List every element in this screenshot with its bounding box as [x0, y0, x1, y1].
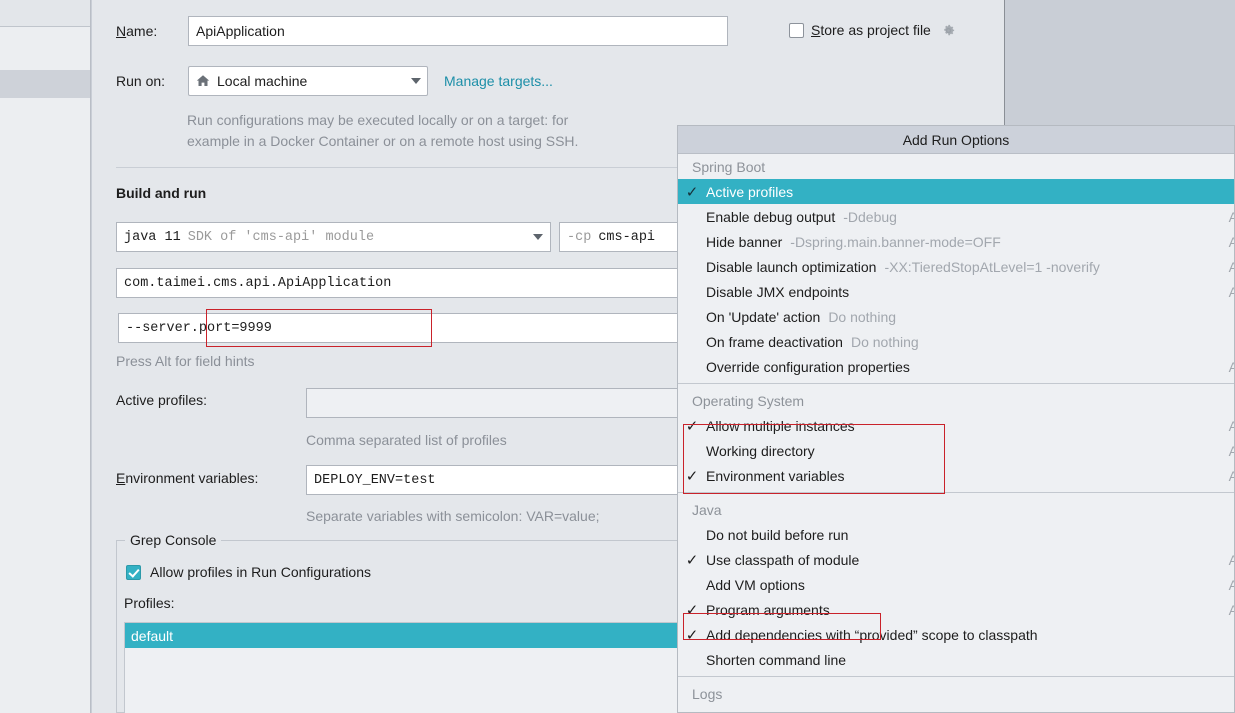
popup-title: Add Run Options: [678, 126, 1234, 154]
run-on-combobox[interactable]: Local machine: [188, 66, 428, 96]
menu-separator: [678, 676, 1234, 677]
manage-targets-link[interactable]: Manage targets...: [444, 73, 553, 89]
profiles-label: Profiles:: [124, 595, 175, 611]
menu-group-header: Logs: [692, 685, 723, 702]
menu-item-shortcut: A: [1229, 259, 1234, 275]
menu-item-shortcut: A: [1229, 602, 1234, 618]
operating-system-items-highlight: [683, 424, 945, 494]
allow-profiles-row[interactable]: Allow profiles in Run Configurations: [126, 564, 371, 580]
grep-console-legend: Grep Console: [125, 532, 222, 548]
menu-group-header: Operating System: [692, 392, 805, 409]
alt-field-hint: Press Alt for field hints: [116, 353, 255, 369]
name-input[interactable]: ApiApplication: [188, 16, 728, 46]
active-profiles-hint: Comma separated list of profiles: [306, 432, 507, 448]
desktop-background: Name: ApiApplication Store as project fi…: [0, 0, 1235, 713]
menu-item-label: Active profiles: [706, 183, 794, 200]
gear-icon[interactable]: [941, 23, 956, 38]
menu-item[interactable]: ✓ Active profiles: [678, 179, 1234, 204]
menu-item-shortcut: A: [1229, 577, 1234, 593]
chevron-down-icon[interactable]: [533, 234, 543, 240]
check-icon: ✓: [685, 551, 699, 569]
menu-item-shortcut: A: [1229, 209, 1234, 225]
menu-group-header: Java: [692, 501, 722, 518]
classpath-value: cms-api: [598, 229, 656, 245]
menu-item-label: On 'Update' action: [706, 308, 821, 325]
active-profiles-label: Active profiles:: [116, 392, 208, 408]
menu-item-shortcut: A: [1229, 468, 1234, 484]
menu-item-value: -Dspring.main.banner-mode=OFF: [790, 233, 1001, 250]
menu-separator: [678, 383, 1234, 384]
jre-selector[interactable]: java 11 SDK of 'cms-api' module: [116, 222, 551, 252]
menu-item-shortcut: A: [1229, 359, 1234, 375]
menu-item-label: On frame deactivation: [706, 333, 843, 350]
menu-item[interactable]: ✓ Use classpath of module A: [678, 547, 1234, 572]
store-as-project-file-checkbox[interactable]: [789, 22, 804, 38]
main-class-field[interactable]: com.taimei.cms.api.ApiApplication: [116, 268, 759, 298]
allow-profiles-checkbox[interactable]: [126, 564, 141, 580]
menu-item-label: Shorten command line: [706, 651, 847, 668]
program-arguments-menu-highlight: [683, 613, 881, 640]
menu-item-value: -XX:TieredStopAtLevel=1 -noverify: [884, 258, 1100, 275]
menu-item-label: Enable debug output: [706, 208, 836, 225]
profiles-list[interactable]: default: [124, 622, 760, 713]
menu-item-shortcut: A: [1229, 443, 1234, 459]
name-label: Name:: [116, 23, 158, 39]
tree-toolbar: [0, 0, 90, 27]
menu-item[interactable]: Disable launch optimization -XX:TieredSto…: [678, 254, 1234, 279]
run-on-label: Run on:: [116, 73, 166, 89]
check-icon: ✓: [685, 183, 699, 201]
menu-item-label: Do not build before run: [706, 526, 849, 543]
menu-item[interactable]: Add VM options A: [678, 572, 1234, 597]
menu-item[interactable]: Do not build before run: [678, 522, 1234, 547]
menu-item[interactable]: Enable debug output -Ddebug A: [678, 204, 1234, 229]
menu-item-value: -Ddebug: [843, 208, 897, 225]
menu-item-shortcut: A: [1229, 234, 1234, 250]
menu-item-shortcut: A: [1229, 284, 1234, 300]
menu-item-label: Disable launch optimization: [706, 258, 877, 275]
jre-value: java 11: [124, 229, 181, 245]
menu-group-header: Spring Boot: [692, 158, 766, 175]
menu-item[interactable]: Disable JMX endpoints A: [678, 279, 1234, 304]
menu-item-label: Hide banner: [706, 233, 783, 250]
menu-item[interactable]: Hide banner -Dspring.main.banner-mode=OFF…: [678, 229, 1234, 254]
menu-item[interactable]: Shorten command line: [678, 647, 1234, 672]
build-and-run-title: Build and run: [116, 185, 207, 201]
program-arguments-highlight: [206, 309, 432, 347]
menu-item-value: Do nothing: [828, 308, 897, 325]
name-row: Name: ApiApplication: [116, 16, 728, 46]
environment-variables-hint: Separate variables with semicolon: VAR=v…: [306, 508, 600, 524]
menu-item-value: Do nothing: [850, 333, 919, 350]
allow-profiles-label: Allow profiles in Run Configurations: [150, 564, 371, 580]
classpath-flag: -cp: [567, 229, 592, 245]
section-divider: [116, 167, 716, 168]
jre-description: SDK of 'cms-api' module: [187, 229, 375, 245]
desktop-right-strip: [1006, 0, 1235, 125]
menu-item-label: Use classpath of module: [706, 551, 860, 568]
menu-item-label: Override configuration properties: [706, 358, 910, 375]
menu-item-label: Disable JMX endpoints: [706, 283, 850, 300]
environment-variables-label: Environment variables:: [116, 470, 259, 486]
menu-item[interactable]: On frame deactivation Do nothing: [678, 329, 1234, 354]
home-icon: [195, 73, 211, 89]
tree-selected-row[interactable]: [0, 70, 90, 98]
store-as-project-file-label: Store as project file: [811, 22, 931, 38]
store-as-project-file-row[interactable]: Store as project file: [789, 22, 956, 38]
menu-item-shortcut: A: [1229, 552, 1234, 568]
menu-item[interactable]: Override configuration properties A: [678, 354, 1234, 379]
run-on-value: Local machine: [217, 73, 308, 89]
menu-item-label: Add VM options: [706, 576, 805, 593]
chevron-down-icon[interactable]: [411, 78, 421, 84]
menu-item[interactable]: On 'Update' action Do nothing: [678, 304, 1234, 329]
run-config-tree-panel[interactable]: [0, 0, 91, 713]
run-on-row: Run on: Local machine Manage targets...: [116, 66, 553, 96]
menu-item-shortcut: A: [1229, 418, 1234, 434]
list-item[interactable]: default: [125, 623, 759, 648]
